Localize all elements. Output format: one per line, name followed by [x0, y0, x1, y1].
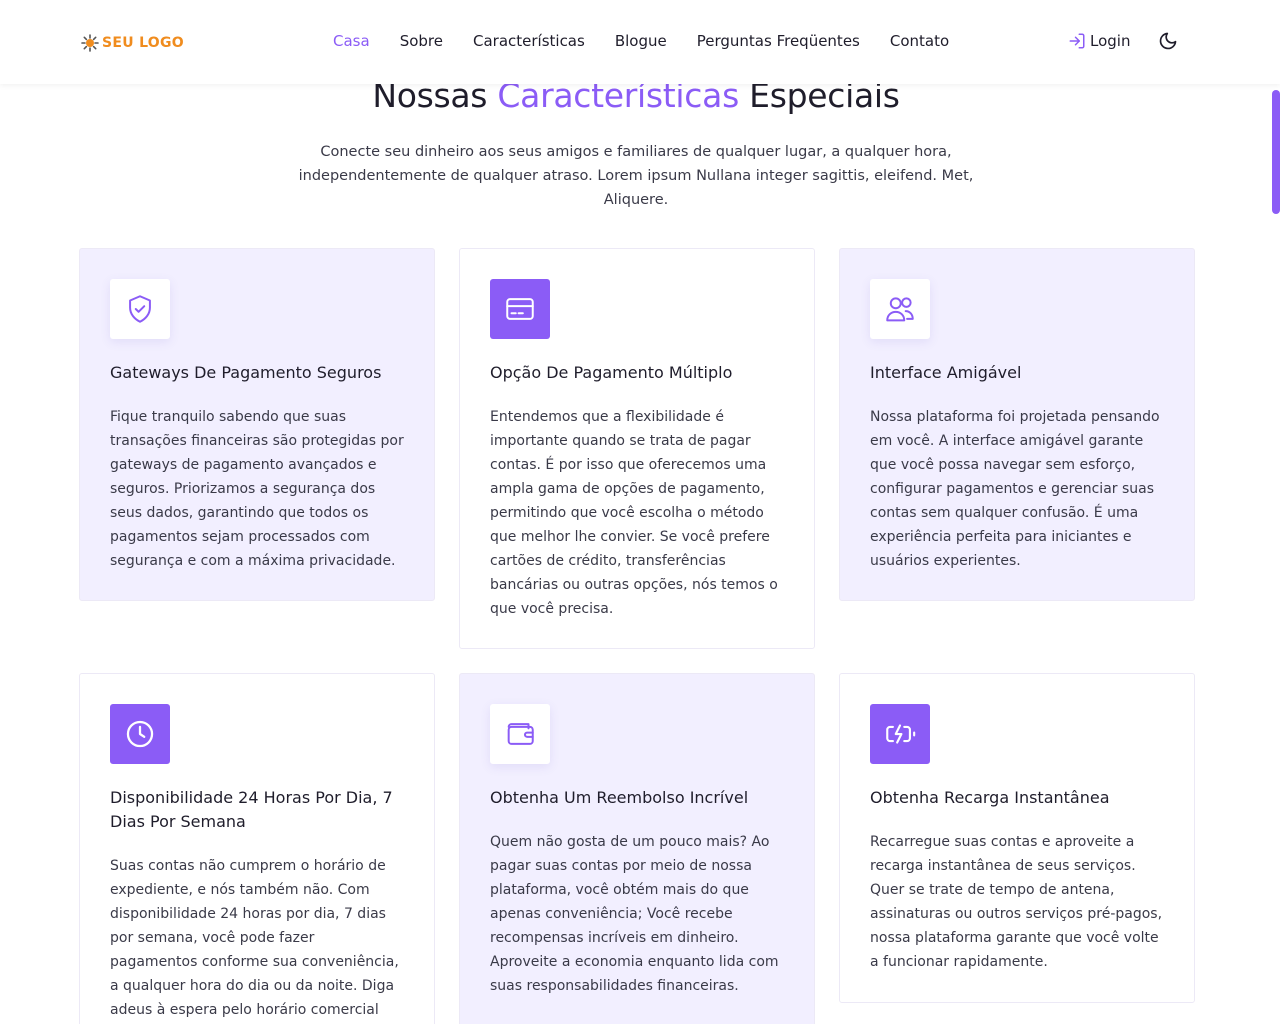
- feature-card: Obtenha Recarga Instantânea Recarregue s…: [839, 673, 1195, 1003]
- wallet-icon: [507, 723, 534, 745]
- scrollbar-thumb[interactable]: [1272, 90, 1280, 214]
- nav-link-contato[interactable]: Contato: [890, 32, 949, 50]
- nav-link-perguntas[interactable]: Perguntas Freqüentes: [697, 32, 860, 50]
- feature-icon-box: [490, 704, 550, 764]
- nav-link-caracteristicas[interactable]: Características: [473, 32, 585, 50]
- feature-card: Disponibilidade 24 Horas Por Dia, 7 Dias…: [79, 673, 435, 1024]
- feature-text: Entendemos que a flexibilidade é importa…: [490, 409, 778, 617]
- logo-icon: [81, 34, 99, 52]
- moon-icon[interactable]: [1158, 31, 1178, 51]
- navbar: SEU LOGO Casa Sobre Características Blog…: [0, 0, 1280, 84]
- site-logo[interactable]: SEU LOGO: [80, 33, 184, 53]
- feature-title: Interface Amigável: [870, 363, 1022, 382]
- feature-title: Disponibilidade 24 Horas Por Dia, 7 Dias…: [110, 788, 393, 831]
- feature-text: Recarregue suas contas e aproveite a rec…: [870, 834, 1163, 970]
- login-icon: [1069, 33, 1085, 49]
- section-subtitle: Conecte seu dinheiro aos seus amigos e f…: [298, 144, 974, 208]
- shield-check-icon: [129, 295, 151, 323]
- feature-icon-box: [490, 279, 550, 339]
- feature-text: Quem não gosta de um pouco mais? Ao paga…: [490, 834, 779, 994]
- battery-charging-icon: [886, 724, 916, 744]
- feature-card: Interface Amigável Nossa plataforma foi …: [839, 248, 1195, 601]
- feature-card: Obtenha Um Reembolso Incrível Quem não g…: [459, 673, 815, 1024]
- login-button[interactable]: Login: [1068, 32, 1130, 50]
- feature-card: Opção De Pagamento Múltiplo Entendemos q…: [459, 248, 815, 649]
- users-icon: [886, 297, 914, 322]
- feature-text: Nossa plataforma foi projetada pensando …: [870, 409, 1160, 569]
- feature-text: Fique tranquilo sabendo que suas transaç…: [110, 409, 404, 569]
- feature-icon-box: [110, 704, 170, 764]
- main-nav: Casa Sobre Características Blogue Pergun…: [333, 32, 949, 50]
- feature-title: Opção De Pagamento Múltiplo: [490, 363, 733, 382]
- clock-icon: [126, 720, 154, 748]
- nav-link-sobre[interactable]: Sobre: [400, 32, 443, 50]
- feature-title: Obtenha Um Reembolso Incrível: [490, 788, 749, 807]
- feature-title: Obtenha Recarga Instantânea: [870, 788, 1110, 807]
- nav-link-blogue[interactable]: Blogue: [615, 32, 667, 50]
- nav-link-casa[interactable]: Casa: [333, 32, 370, 50]
- login-label: Login: [1090, 32, 1131, 50]
- logo-text: SEU LOGO: [102, 35, 185, 51]
- feature-card: Gateways De Pagamento Seguros Fique tran…: [79, 248, 435, 601]
- feature-title: Gateways De Pagamento Seguros: [110, 363, 382, 382]
- feature-text: Suas contas não cumprem o horário de exp…: [110, 858, 399, 1018]
- feature-icon-box: [870, 279, 930, 339]
- credit-card-icon: [506, 298, 534, 320]
- feature-icon-box: [110, 279, 170, 339]
- feature-icon-box: [870, 704, 930, 764]
